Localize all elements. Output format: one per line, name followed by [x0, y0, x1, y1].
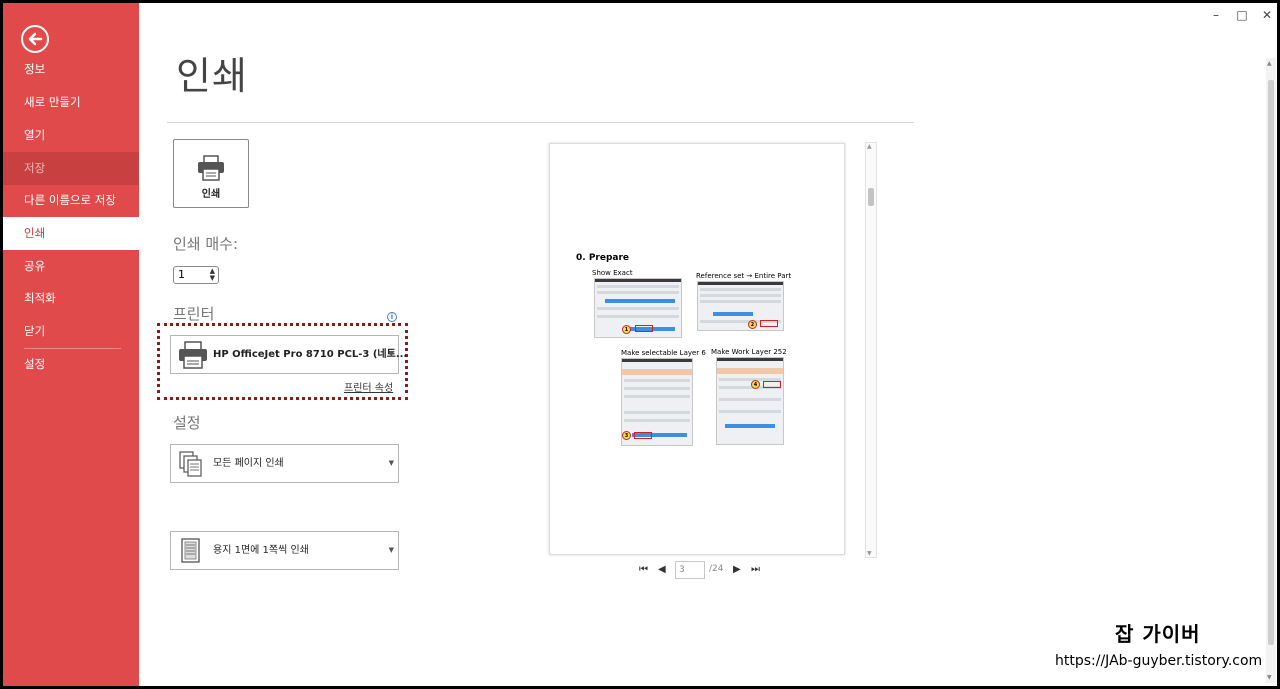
sidebar-item-optimize[interactable]: 최적화	[3, 282, 139, 315]
title-divider	[167, 122, 914, 123]
sidebar-item-print[interactable]: 인쇄	[3, 217, 139, 250]
scroll-up-icon[interactable]: ▲	[867, 143, 872, 150]
print-button[interactable]: 인쇄	[173, 139, 249, 208]
sidebar-item-share[interactable]: 공유	[3, 250, 139, 283]
step-marker: 1	[622, 325, 631, 334]
pages-icon	[179, 451, 202, 477]
preview-thumbnail: 4	[716, 357, 784, 445]
printer-icon	[179, 341, 207, 369]
spin-arrows-icon[interactable]: ▲ ▼	[210, 268, 215, 282]
step-marker: 4	[751, 380, 760, 389]
maximize-icon[interactable]: □	[1234, 8, 1250, 22]
print-button-label: 인쇄	[201, 189, 221, 200]
single-page-icon	[181, 538, 200, 563]
preview-thumbnail: 2	[697, 281, 784, 331]
printer-label: 프린터	[173, 305, 215, 323]
chevron-down-icon: ▼	[388, 546, 394, 554]
sidebar-item-settings[interactable]: 설정	[3, 348, 139, 381]
scroll-down-icon[interactable]: ▼	[1267, 674, 1272, 681]
sidebar-item-close[interactable]: 닫기	[3, 315, 139, 348]
preview-caption: Make selectable Layer 6	[621, 349, 706, 357]
preview-scroll-thumb[interactable]	[868, 188, 874, 206]
page-range-select[interactable]: 모든 페이지 인쇄 ▼	[170, 444, 399, 483]
preview-thumbnail: 1	[594, 278, 682, 338]
page-range-value: 모든 페이지 인쇄	[213, 458, 284, 469]
first-page-icon[interactable]: ⏮	[639, 564, 648, 576]
close-icon[interactable]: ✕	[1259, 8, 1275, 22]
sidebar-item-new[interactable]: 새로 만들기	[3, 86, 139, 119]
sidebar-item-save-as[interactable]: 다른 이름으로 저장	[3, 184, 139, 217]
preview-caption: Show Exact	[592, 269, 633, 277]
page-title: 인쇄	[176, 54, 248, 98]
sidebar-item-open[interactable]: 열기	[3, 119, 139, 152]
preview-scrollbar[interactable]: ▲ ▼	[865, 142, 877, 558]
watermark-url: https://JAb-guyber.tistory.com	[1055, 653, 1263, 669]
sidebar-item-save[interactable]: 저장	[3, 152, 139, 185]
print-preview-page: 0. Prepare Show Exact 1 Reference set → …	[549, 143, 845, 555]
printer-icon	[198, 155, 224, 181]
last-page-icon[interactable]: ⏭	[751, 564, 760, 576]
page-layout-select[interactable]: 용지 1면에 1쪽씩 인쇄 ▼	[170, 531, 399, 570]
info-icon[interactable]: i	[387, 312, 397, 322]
back-arrow-icon[interactable]	[21, 25, 49, 53]
current-page-input[interactable]: 3	[675, 561, 705, 579]
printer-name: HP OfficeJet Pro 8710 PCL-3 (네트...	[213, 349, 408, 360]
step-marker: 3	[622, 431, 631, 440]
window-scroll-thumb[interactable]	[1268, 80, 1274, 645]
page-layout-value: 용지 1면에 1쪽씩 인쇄	[213, 545, 309, 556]
minimize-icon[interactable]: –	[1208, 8, 1224, 22]
preview-caption: Reference set → Entire Part	[696, 272, 792, 280]
total-pages: /24	[709, 564, 724, 574]
app-window: 정보 새로 만들기 열기 저장 다른 이름으로 저장 인쇄 공유 최적화 닫기 …	[0, 0, 1280, 689]
settings-label: 설정	[173, 414, 201, 432]
scroll-up-icon[interactable]: ▲	[1267, 60, 1272, 67]
chevron-down-icon: ▼	[388, 459, 394, 467]
preview-heading: 0. Prepare	[576, 253, 630, 263]
step-marker: 2	[748, 320, 757, 329]
watermark-name: 잡 가이버	[1115, 622, 1201, 646]
preview-caption: Make Work Layer 252	[711, 348, 787, 356]
copies-label: 인쇄 매수:	[173, 235, 239, 253]
preview-thumbnail: 3	[621, 358, 693, 446]
copies-value: 1	[178, 268, 185, 281]
backstage-sidebar: 정보 새로 만들기 열기 저장 다른 이름으로 저장 인쇄 공유 최적화 닫기 …	[3, 3, 139, 686]
scroll-down-icon[interactable]: ▼	[867, 550, 872, 557]
next-page-icon[interactable]: ▶	[733, 564, 741, 576]
copies-stepper[interactable]: 1 ▲ ▼	[173, 266, 219, 284]
prev-page-icon[interactable]: ◀	[658, 564, 666, 576]
chevron-down-icon: ▼	[388, 350, 394, 358]
printer-select[interactable]: HP OfficeJet Pro 8710 PCL-3 (네트... ▼	[170, 335, 407, 374]
printer-properties-link[interactable]: 프린터 속성	[344, 379, 393, 394]
sidebar-item-info[interactable]: 정보	[3, 53, 139, 86]
window-scrollbar[interactable]: ▲ ▼	[1266, 58, 1276, 683]
